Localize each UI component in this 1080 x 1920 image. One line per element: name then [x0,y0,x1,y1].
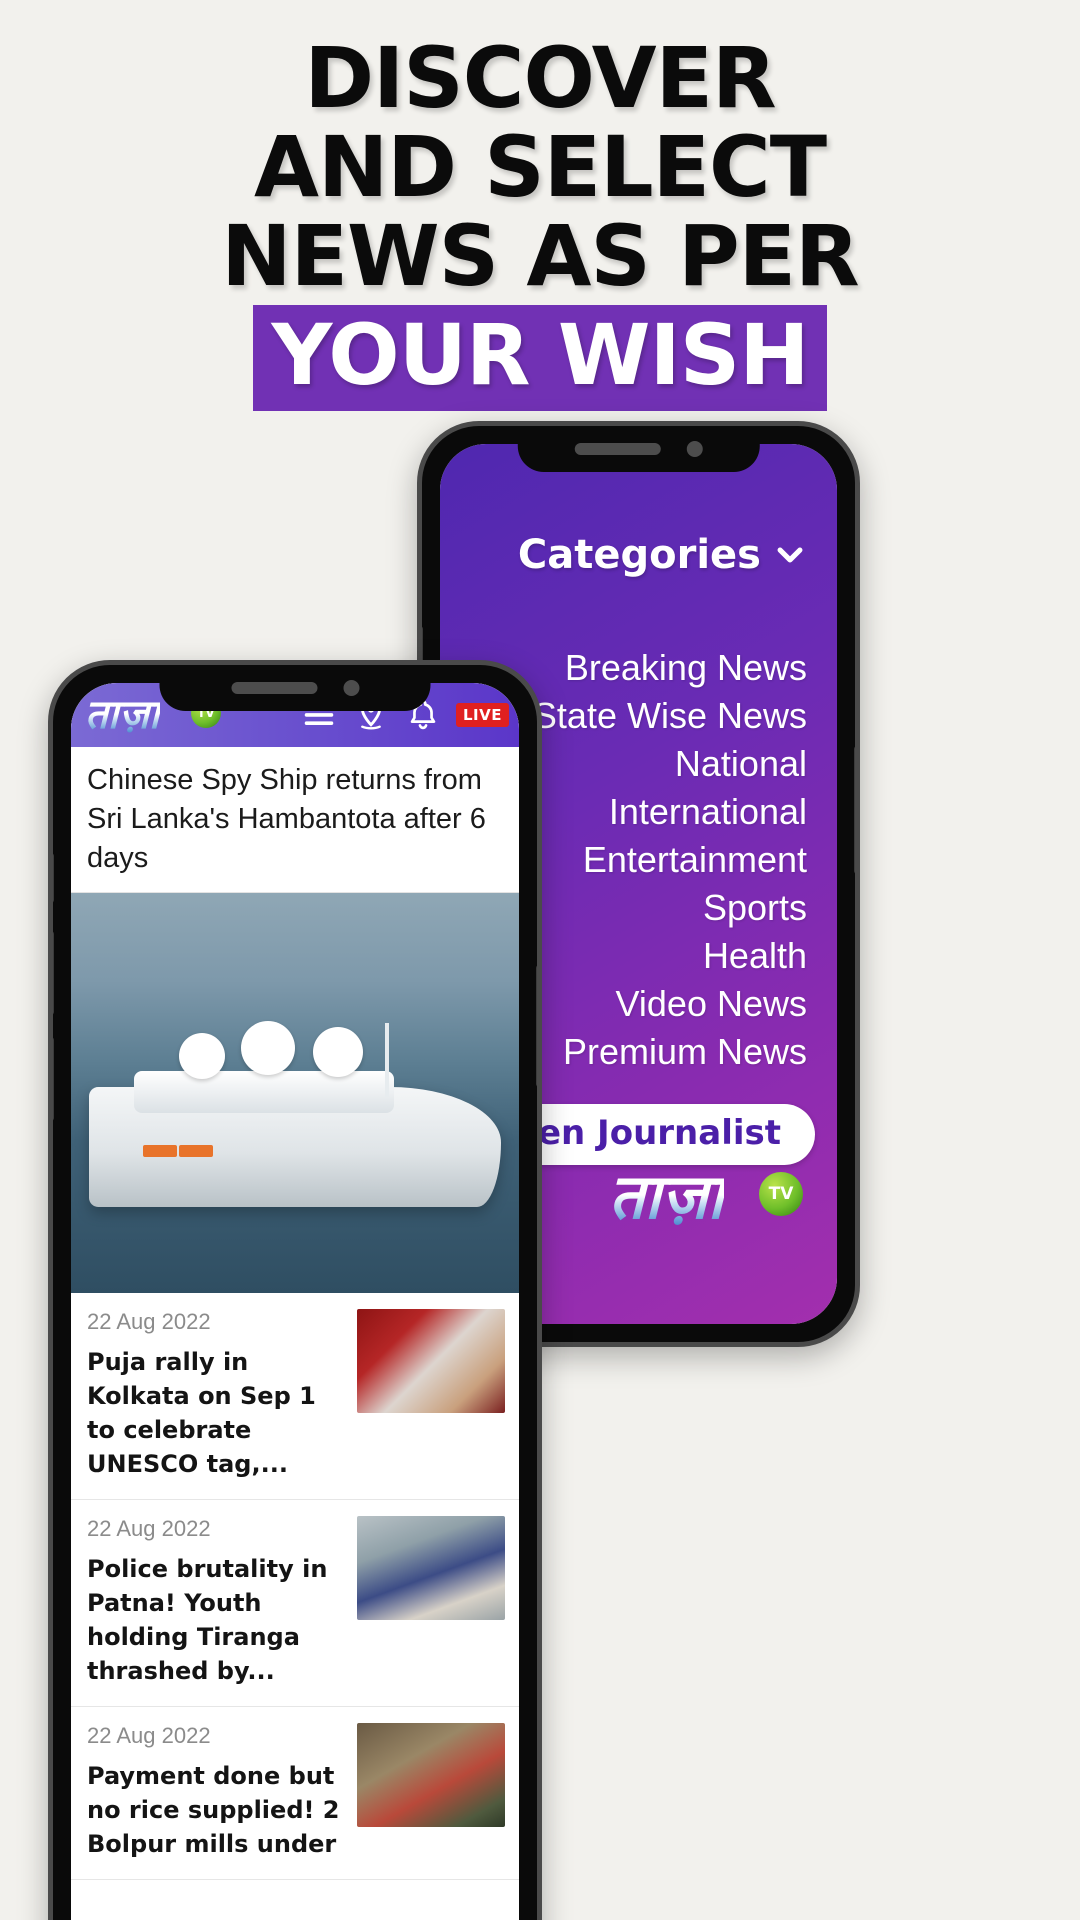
featured-image[interactable] [71,893,519,1293]
logo-tv-badge: TV [759,1172,803,1216]
power-button[interactable] [536,965,537,1087]
mute-switch[interactable] [53,853,54,903]
promo-headline: DISCOVER AND SELECT NEWS AS PER YOUR WIS… [0,34,1080,411]
featured-headline[interactable]: Chinese Spy Ship returns from Sri Lanka'… [71,747,519,893]
category-item-state-wise-news[interactable]: State Wise News [533,692,807,740]
power-button[interactable] [854,746,855,874]
categories-title: Categories [517,532,761,578]
lifeboat-1 [142,1145,177,1157]
lifeboat-2 [178,1145,213,1157]
category-list: Breaking News State Wise News National I… [533,644,807,1076]
list-item[interactable]: 22 Aug 2022 Payment done but no rice sup… [71,1707,519,1880]
ship-mast [384,1023,389,1097]
list-item-thumbnail[interactable] [357,1723,505,1827]
logo-wordmark: ताज़ा [85,692,161,738]
logo-wordmark: ताज़ा [609,1160,725,1233]
list-item-headline: Police brutality in Patna! Youth holding… [87,1555,328,1685]
front-camera [686,441,703,457]
category-item-health[interactable]: Health [533,932,807,980]
phone-notch [517,426,760,472]
promo-screenshot: DISCOVER AND SELECT NEWS AS PER YOUR WIS… [0,0,1080,1920]
news-app: ताज़ा TV LIVE Chinese Spy Ship returns f… [71,683,519,1920]
volume-up-button[interactable] [53,931,54,1015]
list-item-thumbnail[interactable] [357,1309,505,1413]
earpiece-speaker [574,443,661,455]
category-item-video-news[interactable]: Video News [533,980,807,1028]
headline-highlight-row: YOUR WISH [0,305,1080,411]
categories-header[interactable]: Categories [518,532,807,578]
headline-line-1: DISCOVER [304,29,776,127]
category-item-international[interactable]: International [533,788,807,836]
radar-dome-2 [241,1021,296,1075]
live-badge[interactable]: LIVE [456,703,509,727]
ship-superstructure [133,1071,394,1113]
category-item-national[interactable]: National [533,740,807,788]
radar-dome-1 [178,1033,225,1079]
list-item-text: 22 Aug 2022 Police brutality in Patna! Y… [87,1516,345,1688]
category-item-breaking-news[interactable]: Breaking News [533,644,807,692]
headline-highlight: YOUR WISH [253,305,827,411]
list-item-headline: Puja rally in Kolkata on Sep 1 to celebr… [87,1348,316,1478]
list-item-date: 22 Aug 2022 [87,1723,211,1748]
headline-line-2: AND SELECT [253,118,827,216]
earpiece-speaker [231,682,317,694]
category-item-entertainment[interactable]: Entertainment [533,836,807,884]
headline-line-3: NEWS AS PER [221,207,859,305]
list-item[interactable]: 22 Aug 2022 Puja rally in Kolkata on Sep… [71,1293,519,1500]
list-item-date: 22 Aug 2022 [87,1309,211,1334]
volume-down-button[interactable] [53,1037,54,1121]
category-item-premium-news[interactable]: Premium News [533,1028,807,1076]
list-item[interactable]: 22 Aug 2022 Police brutality in Patna! Y… [71,1500,519,1707]
list-item-thumbnail[interactable] [357,1516,505,1620]
category-item-sports[interactable]: Sports [533,884,807,932]
list-item-date: 22 Aug 2022 [87,1516,211,1541]
front-camera [343,680,359,696]
list-item-text: 22 Aug 2022 Payment done but no rice sup… [87,1723,345,1861]
phone-notch [159,665,431,711]
list-item-headline: Payment done but no rice supplied! 2 Bol… [87,1762,340,1858]
list-item-text: 22 Aug 2022 Puja rally in Kolkata on Sep… [87,1309,345,1481]
news-phone-mockup: ताज़ा TV LIVE Chinese Spy Ship returns f… [48,660,542,1920]
news-screen: ताज़ा TV LIVE Chinese Spy Ship returns f… [71,683,519,1920]
radar-dome-3 [312,1027,363,1077]
app-logo: ताज़ा TV [596,1158,810,1254]
chevron-down-icon[interactable] [773,538,807,572]
